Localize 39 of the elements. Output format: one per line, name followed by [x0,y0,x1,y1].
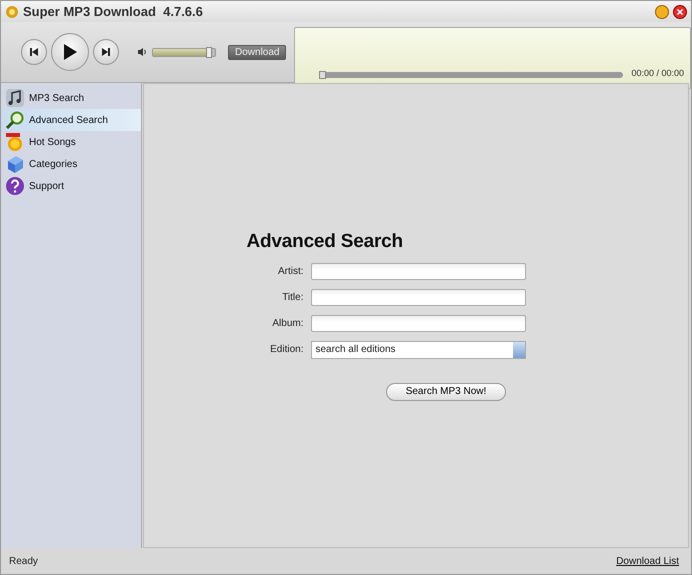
download-list-link[interactable]: Download List [616,556,679,566]
status-text: Ready [9,556,38,566]
sidebar-item[interactable]: Advanced Search [1,109,141,131]
input-field[interactable] [310,288,526,306]
sidebar-item[interactable]: Categories [1,153,141,175]
edition-dropdown[interactable]: search all editions [310,340,526,358]
sidebar-item[interactable]: MP3 Search [1,87,141,109]
field-label: Artist: [276,266,304,276]
previous-button[interactable] [21,39,47,65]
app-logo-icon [5,4,19,18]
search-button[interactable]: Search MP3 Now! [386,382,506,400]
music-note-icon [5,88,25,108]
field-label: Edition: [269,344,304,355]
field-label: Album: [271,318,304,328]
skip-forward-icon [101,47,111,57]
help-icon [5,176,25,196]
speaker-icon [137,47,147,57]
window-title: Super MP3 Download 4.7.6.6 [23,4,204,19]
sidebar-item[interactable]: Support [1,175,141,197]
field-label: Title: [281,292,304,302]
sidebar-item[interactable]: Hot Songs [1,131,141,153]
volume-slider[interactable] [152,48,216,56]
form-heading: Advanced Search [246,230,404,252]
spinner-icon [512,342,524,358]
time-label: 00:00 / 00:00 [631,68,684,78]
download-button[interactable]: Download [228,44,286,60]
sun-icon [5,132,25,152]
minimize-button[interactable] [655,4,669,18]
next-button[interactable] [93,39,119,65]
magnifier-icon [5,110,25,130]
progress-bar[interactable] [319,72,624,78]
input-field[interactable] [310,314,526,332]
input-field[interactable] [310,262,526,280]
progress-thumb[interactable] [319,71,326,79]
play-icon [62,43,78,61]
skip-back-icon [29,47,39,57]
close-button[interactable] [673,4,687,18]
cube-icon [5,154,25,174]
play-button[interactable] [51,33,89,71]
